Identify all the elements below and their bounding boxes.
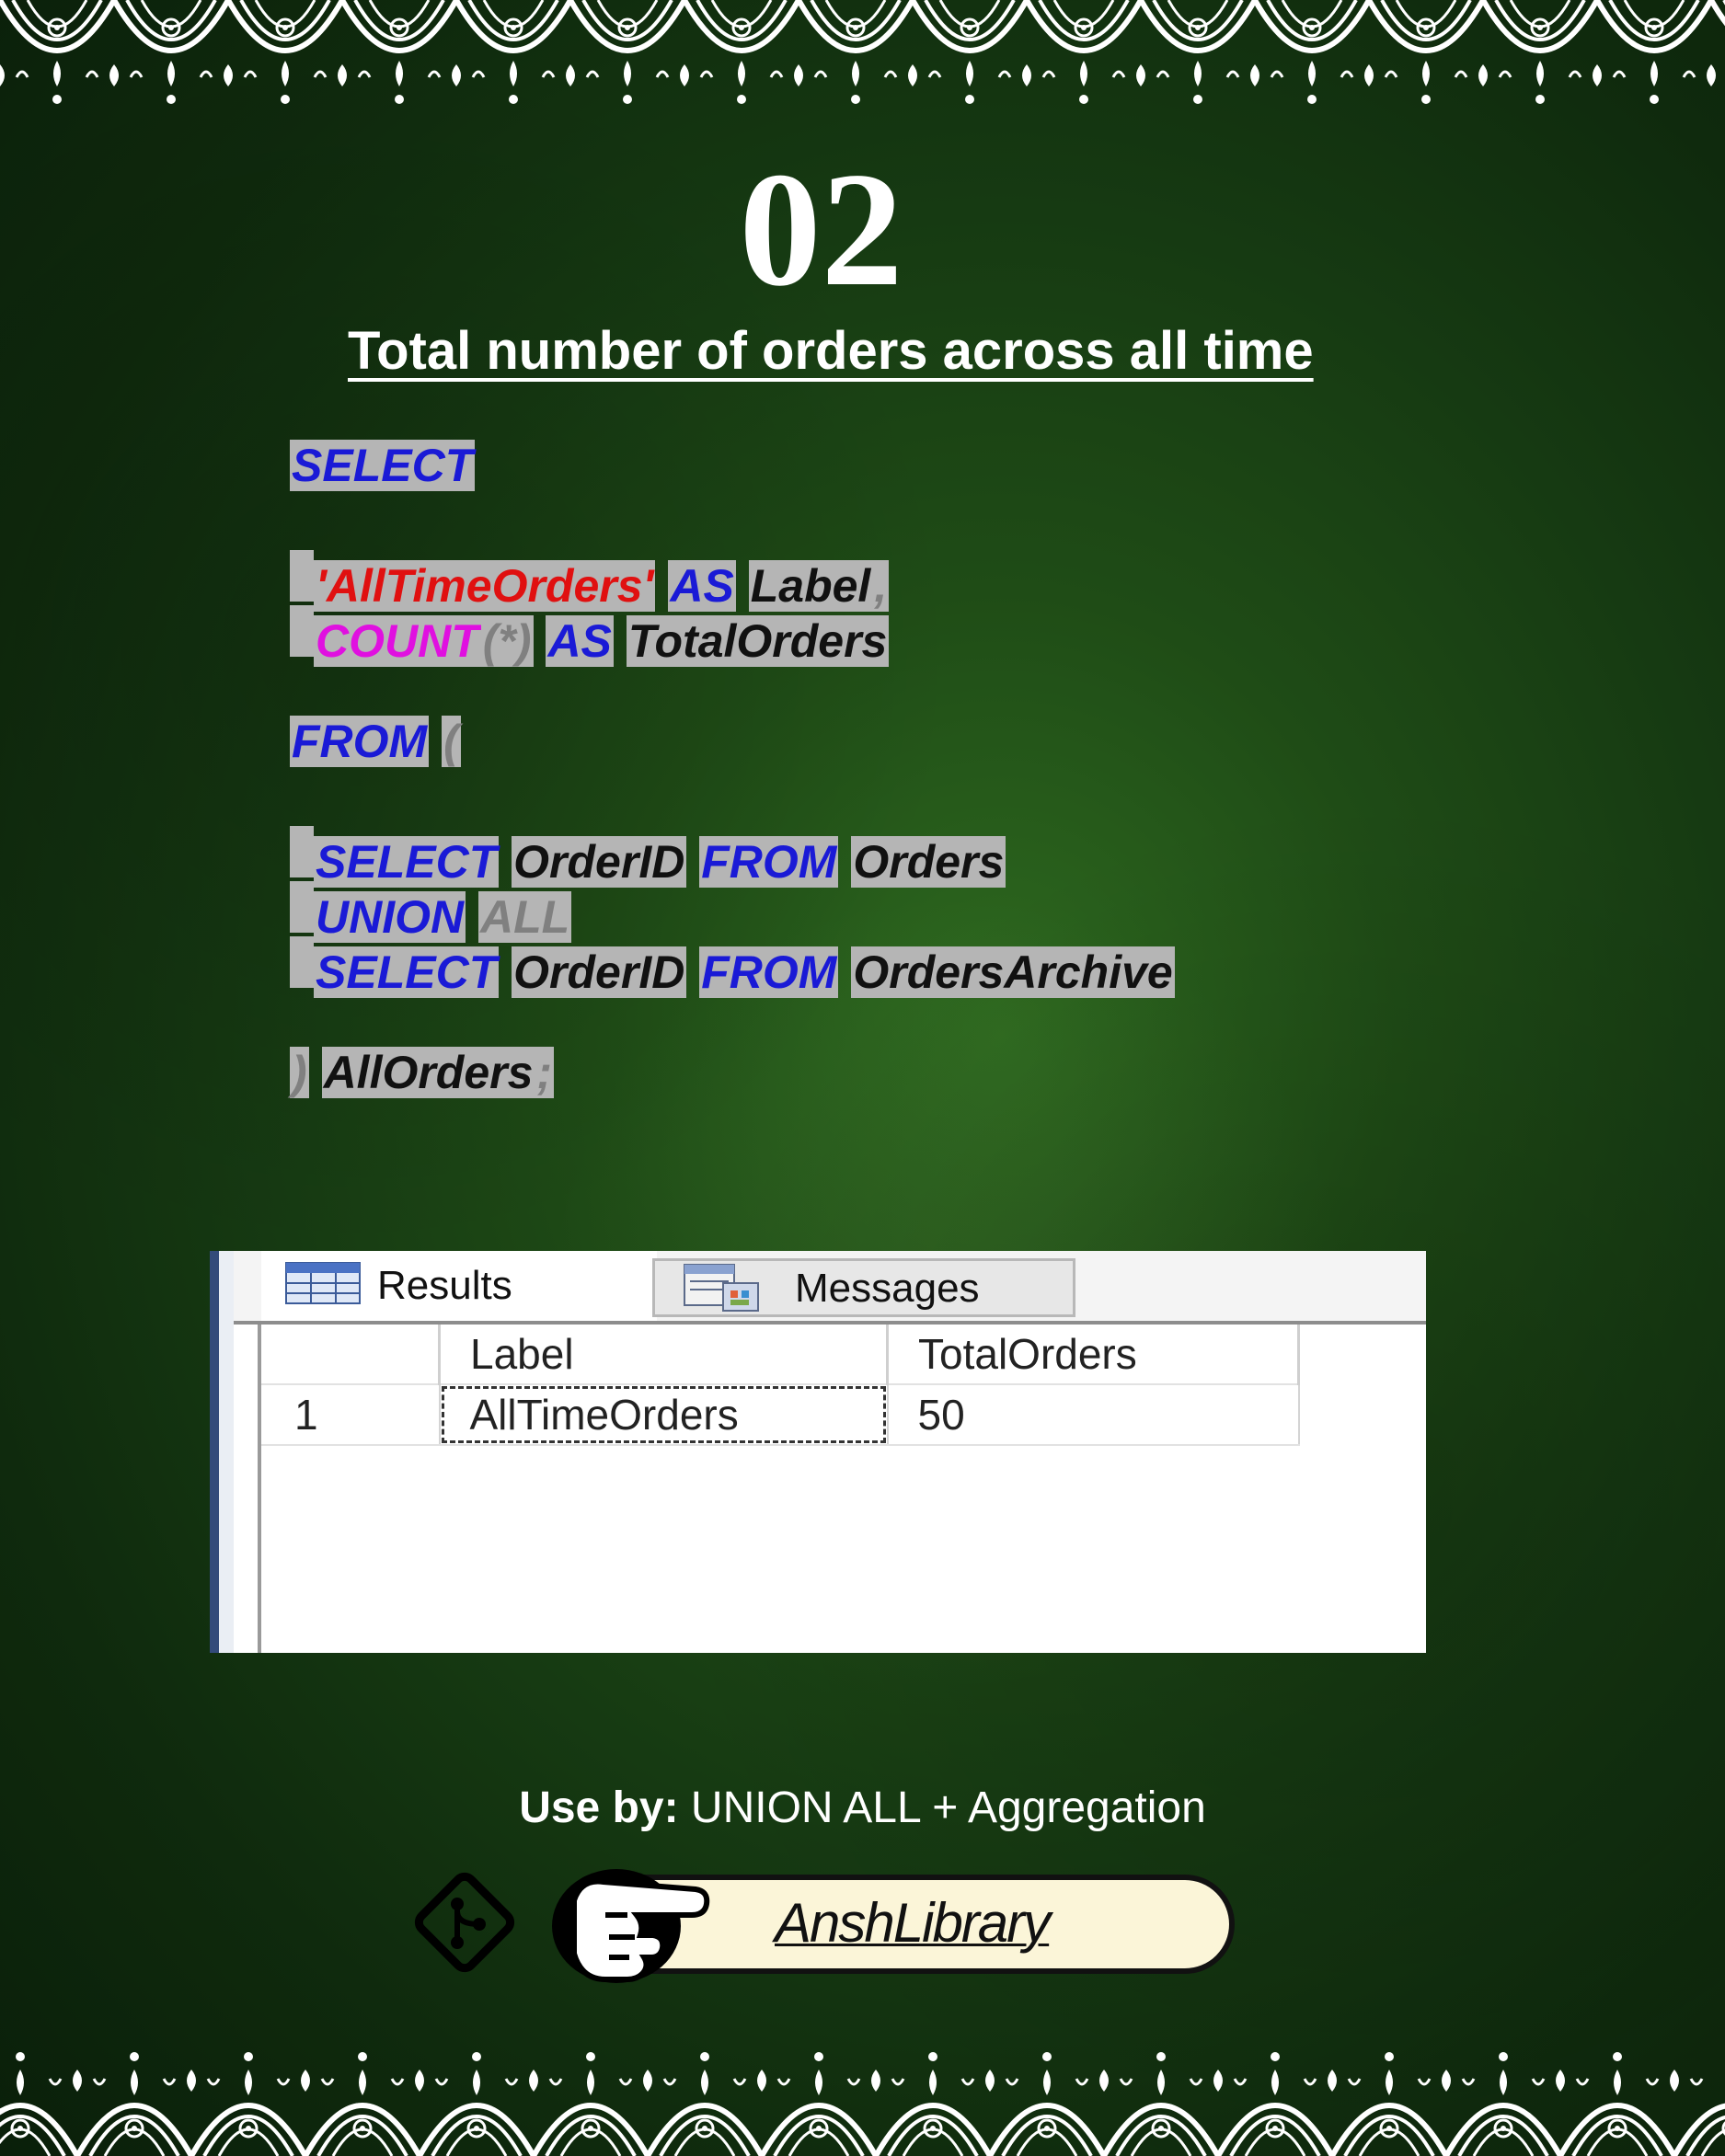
slide-number: 02 (739, 138, 903, 320)
column-header-label[interactable]: Label (439, 1325, 889, 1385)
column-header-totalorders[interactable]: TotalOrders (887, 1325, 1300, 1385)
punct-semicolon: ; (535, 1047, 555, 1098)
punct-close-paren: ) (290, 1047, 309, 1098)
table-row: 1 AllTimeOrders 50 (261, 1384, 1300, 1446)
use-by-value: UNION ALL + Aggregation (678, 1783, 1206, 1832)
tab-results-label: Results (377, 1263, 512, 1308)
keyword-as: AS (668, 560, 736, 612)
punct-open-paren: ( (442, 716, 461, 767)
punct-paren-star: (*) (480, 615, 534, 667)
code-line-4: FROM ( (290, 716, 461, 767)
pointing-hand-icon (552, 1869, 710, 1983)
string-literal: 'AllTimeOrders' (314, 560, 656, 612)
keyword-all: ALL (478, 891, 572, 943)
keyword-select: SELECT (314, 946, 500, 998)
messages-icon (684, 1264, 759, 1312)
keyword-union: UNION (314, 891, 466, 943)
tab-results[interactable]: Results (261, 1251, 657, 1321)
keyword-from: FROM (290, 716, 430, 767)
identifier-orderid: OrderID (512, 946, 687, 998)
identifier-totalorders: TotalOrders (626, 615, 890, 667)
identifier-label: Label (748, 560, 873, 612)
table-header-row: Label TotalOrders (261, 1325, 1300, 1385)
results-table: Label TotalOrders 1 AllTimeOrders 50 (261, 1325, 1300, 1446)
column-header-rownum (261, 1325, 441, 1385)
slide-title: Total number of orders across all time (348, 321, 1314, 381)
results-grid: Label TotalOrders 1 AllTimeOrders 50 (258, 1325, 1426, 1653)
label-cell[interactable]: AllTimeOrders (439, 1384, 889, 1446)
punct-comma: , (872, 560, 890, 612)
tab-messages[interactable]: Messages (652, 1258, 1075, 1317)
tab-messages-label: Messages (795, 1266, 980, 1311)
brand-name: AnshLibrary (775, 1892, 1051, 1954)
decorative-border-top (0, 0, 1725, 115)
code-line-5: SELECT OrderID FROM Orders (290, 826, 1006, 888)
code-line-2: 'AllTimeOrders' AS Label, (290, 550, 890, 612)
keyword-select: SELECT (290, 440, 476, 491)
use-by-caption: Use by: UNION ALL + Aggregation (0, 1783, 1725, 1833)
identifier-orders: Orders (851, 836, 1006, 888)
git-icon (414, 1872, 515, 1973)
row-number-cell[interactable]: 1 (261, 1384, 441, 1446)
keyword-select: SELECT (314, 836, 500, 888)
identifier-allorders: AllOrders (321, 1047, 535, 1098)
use-by-label: Use by: (519, 1783, 679, 1832)
decorative-border-bottom (0, 2041, 1725, 2156)
identifier-ordersarchive: OrdersArchive (851, 946, 1175, 998)
identifier-orderid: OrderID (512, 836, 687, 888)
code-line-8: ) AllOrders; (290, 1047, 555, 1098)
keyword-from: FROM (699, 946, 839, 998)
code-line-1: SELECT (290, 440, 476, 491)
keyword-from: FROM (699, 836, 839, 888)
keyword-as: AS (546, 615, 614, 667)
grid-icon (285, 1262, 361, 1304)
code-line-3: COUNT(*) AS TotalOrders (290, 605, 890, 667)
code-line-6: UNION ALL (290, 881, 572, 943)
query-results-panel: Results Messages Label TotalOrders 1 All… (210, 1251, 1426, 1653)
totalorders-cell[interactable]: 50 (887, 1384, 1300, 1446)
code-line-7: SELECT OrderID FROM OrdersArchive (290, 936, 1175, 998)
function-count: COUNT (314, 615, 481, 667)
results-tab-strip: Results Messages (234, 1251, 1426, 1325)
